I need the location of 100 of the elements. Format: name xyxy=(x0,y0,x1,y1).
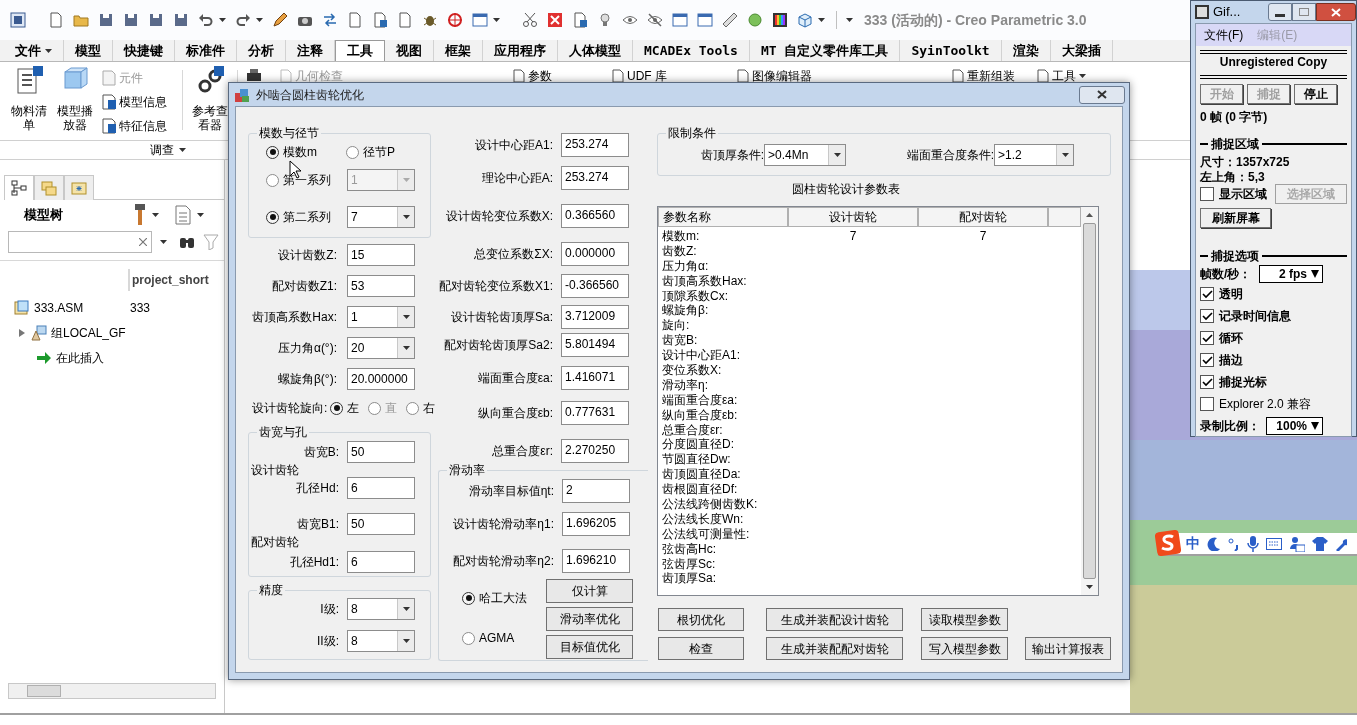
dropdown[interactable]: 8 xyxy=(347,598,415,620)
input-field[interactable]: 53 xyxy=(347,274,415,297)
tree-item[interactable]: 在此插入 xyxy=(56,348,152,367)
ribbon-tab[interactable]: 快捷键 xyxy=(113,40,175,61)
caret-icon[interactable] xyxy=(219,18,226,22)
input-field[interactable]: 5.801494 xyxy=(561,333,629,357)
caret-icon[interactable] xyxy=(402,345,410,350)
caret-icon[interactable] xyxy=(1311,422,1319,430)
ribbon-tab[interactable]: 模型 xyxy=(64,40,113,61)
target-icon[interactable] xyxy=(447,12,463,28)
action-button[interactable]: 仅计算 xyxy=(546,579,633,603)
ribbon-tab[interactable]: 文件 xyxy=(4,40,64,61)
dropdown[interactable]: 8 xyxy=(347,630,415,652)
eye-off-icon[interactable] xyxy=(647,12,663,28)
input-field[interactable]: 1.416071 xyxy=(561,366,629,390)
column-header[interactable]: 设计齿轮 xyxy=(788,207,918,227)
radio-button[interactable]: 右 xyxy=(406,399,436,417)
radio-button[interactable]: 哈工大法 xyxy=(462,589,546,607)
caret-icon[interactable] xyxy=(160,240,167,244)
checkbox[interactable]: 描边 xyxy=(1200,349,1347,371)
dropdown[interactable]: 20 xyxy=(347,336,415,359)
ribbon-tab[interactable]: 视图 xyxy=(385,40,434,61)
ribbon-button[interactable]: 模型播放器 xyxy=(54,66,96,140)
ribbon-tab[interactable]: MT 自定义零件库工具 xyxy=(749,40,901,61)
ribbon-tab[interactable]: 工具 xyxy=(335,40,385,61)
caret-icon[interactable] xyxy=(1311,269,1319,278)
caret-icon[interactable] xyxy=(1079,74,1086,78)
keyboard-icon[interactable] xyxy=(1266,537,1282,550)
new-file-icon[interactable] xyxy=(48,12,64,28)
action-button[interactable]: 生成并装配配对齿轮 xyxy=(766,637,903,660)
ime-mode[interactable]: 中 xyxy=(1186,533,1200,554)
folder-icon[interactable] xyxy=(73,12,89,28)
action-button[interactable]: 目标值优化 xyxy=(546,635,633,659)
caret-icon[interactable] xyxy=(45,48,52,53)
ribbon-button[interactable]: 参考查看器 xyxy=(189,66,231,140)
radio-button[interactable]: 径节P xyxy=(346,143,395,161)
arrows-icon[interactable] xyxy=(322,12,338,28)
dropdown[interactable]: 100% xyxy=(1266,417,1323,435)
checkbox[interactable]: 记录时间信息 xyxy=(1200,305,1347,327)
ribbon-button[interactable]: 工具 xyxy=(1037,69,1086,83)
caret-icon[interactable] xyxy=(818,18,825,22)
caret-icon[interactable] xyxy=(1061,153,1069,157)
input-field[interactable]: 50 xyxy=(347,441,415,463)
document-icon[interactable] xyxy=(572,12,588,28)
input-field[interactable]: 0.366560 xyxy=(561,204,629,228)
radio-button[interactable]: 左 xyxy=(330,399,360,417)
radio-button[interactable]: 模数m xyxy=(266,143,346,161)
input-field[interactable]: 6 xyxy=(347,551,415,573)
column-header[interactable]: project_short xyxy=(128,269,209,291)
undo-icon[interactable] xyxy=(198,12,214,28)
moon-icon[interactable] xyxy=(1207,536,1221,551)
caret-icon[interactable] xyxy=(152,213,159,217)
binoculars-icon[interactable] xyxy=(179,235,195,249)
document-icon[interactable] xyxy=(347,12,363,28)
punctuation-icon[interactable] xyxy=(1228,536,1240,551)
action-button[interactable]: 读取模型参数 xyxy=(921,608,1008,631)
caret-icon[interactable] xyxy=(833,153,841,157)
ribbon-button[interactable]: 物料清单 xyxy=(8,66,50,140)
input-field[interactable]: 15 xyxy=(347,243,415,266)
caret-icon[interactable] xyxy=(197,213,204,217)
action-button[interactable]: 写入模型参数 xyxy=(921,637,1008,660)
ribbon-button[interactable]: 图像编辑器 xyxy=(737,69,812,83)
input-field[interactable]: 2.270250 xyxy=(561,439,629,463)
ribbon-tab[interactable]: 人体模型 xyxy=(558,40,633,61)
input-field[interactable]: 0.000000 xyxy=(561,242,629,266)
down-arrow-icon[interactable] xyxy=(1086,585,1093,589)
dropdown[interactable]: >0.4Mn xyxy=(764,144,846,166)
scissors-icon[interactable] xyxy=(522,12,538,28)
wrench-icon[interactable] xyxy=(1335,536,1347,551)
close-button[interactable] xyxy=(1316,3,1356,21)
caret-icon[interactable] xyxy=(179,148,186,152)
action-button[interactable]: 停止 xyxy=(1294,84,1337,104)
ribbon-tab[interactable]: 分析 xyxy=(237,40,286,61)
search-field[interactable] xyxy=(8,231,152,253)
action-button[interactable]: 滑动率优化 xyxy=(546,607,633,631)
input-field[interactable]: 3.712009 xyxy=(561,305,629,329)
dropdown[interactable]: 1 xyxy=(347,305,415,328)
input-field[interactable]: 2 xyxy=(562,479,630,503)
redo-icon[interactable] xyxy=(235,12,251,28)
ruler-icon[interactable] xyxy=(722,12,738,28)
save-icon[interactable] xyxy=(148,12,164,28)
document-icon[interactable] xyxy=(397,12,413,28)
ribbon-tab[interactable]: SyinToolkt xyxy=(900,40,1002,61)
caret-icon[interactable] xyxy=(402,215,410,219)
hammer-icon[interactable] xyxy=(134,204,146,226)
shirt-icon[interactable] xyxy=(1312,536,1328,551)
clear-icon[interactable] xyxy=(139,238,147,246)
column-header[interactable]: 配对齿轮 xyxy=(918,207,1048,227)
cube-icon[interactable] xyxy=(797,12,813,28)
radio-button[interactable]: 第二系列 xyxy=(266,208,347,226)
caret-icon[interactable] xyxy=(402,314,410,319)
up-arrow-icon[interactable] xyxy=(1086,213,1093,217)
ribbon-button[interactable]: 特征信息 xyxy=(102,114,182,138)
radio-button[interactable]: AGMA xyxy=(462,629,546,647)
ribbon-tab[interactable]: MCADEx Tools xyxy=(633,40,750,61)
ribbon-tab[interactable]: 大梁插 xyxy=(1050,40,1113,61)
save-icon[interactable] xyxy=(98,12,114,28)
bulb-icon[interactable] xyxy=(597,12,613,28)
tree-item[interactable]: 组LOCAL_GF xyxy=(51,323,147,342)
input-field[interactable]: -0.366560 xyxy=(561,274,629,298)
